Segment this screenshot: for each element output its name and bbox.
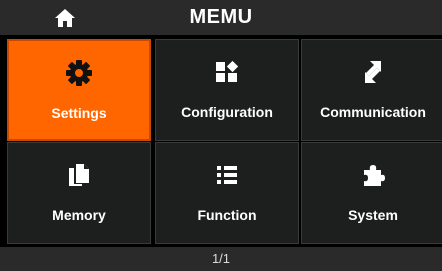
top-bar: MEMU xyxy=(0,0,442,35)
page-title: MEMU xyxy=(189,6,253,28)
menu-grid: Settings Configuration Communication Mem… xyxy=(0,35,442,244)
communication-tile[interactable]: Communication xyxy=(301,39,442,141)
communication-label: Communication xyxy=(320,104,426,120)
page-indicator: 1/1 xyxy=(0,247,442,271)
configuration-label: Configuration xyxy=(181,104,273,120)
memory-tile[interactable]: Memory xyxy=(7,142,151,244)
memory-label: Memory xyxy=(52,207,106,223)
gear-icon xyxy=(9,59,149,87)
configuration-tile[interactable]: Configuration xyxy=(155,39,299,141)
configuration-icon xyxy=(156,58,298,86)
puzzle-icon xyxy=(302,161,442,189)
communication-icon xyxy=(302,58,442,86)
system-label: System xyxy=(348,207,398,223)
function-tile[interactable]: Function xyxy=(155,142,299,244)
settings-tile[interactable]: Settings xyxy=(7,39,151,141)
settings-label: Settings xyxy=(51,105,107,121)
memory-icon xyxy=(8,161,150,189)
list-icon xyxy=(156,161,298,189)
function-label: Function xyxy=(197,207,257,223)
system-tile[interactable]: System xyxy=(301,142,442,244)
